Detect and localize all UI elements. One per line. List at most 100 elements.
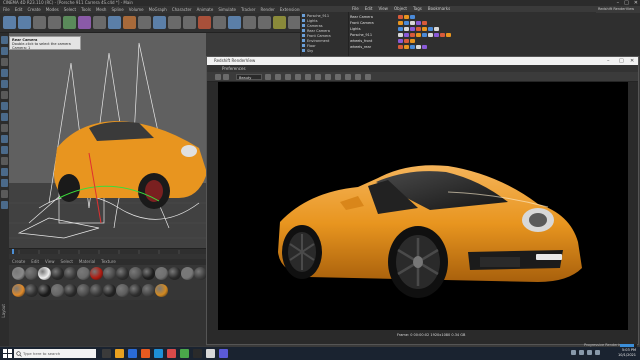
left-tool-icon[interactable] (1, 113, 8, 121)
left-tool-icon[interactable] (1, 157, 8, 165)
material-swatch[interactable] (116, 284, 129, 297)
scene-menu-object[interactable]: Object (394, 6, 407, 12)
material-swatch[interactable] (38, 284, 51, 297)
menu-item-extensions[interactable]: Extensions (280, 6, 302, 13)
scene-row[interactable]: Lights (350, 26, 361, 31)
render-tool-icon[interactable] (365, 74, 371, 80)
scene-row[interactable]: Rear Camera (350, 14, 373, 19)
render-tool-icon[interactable] (335, 74, 341, 80)
menu-item-animate[interactable]: Animate (197, 6, 214, 13)
toolbar-tool-icon[interactable] (63, 16, 76, 29)
left-tool-icon[interactable] (1, 190, 8, 198)
menu-item-render[interactable]: Render (260, 6, 274, 13)
menu-item-mesh[interactable]: Mesh (96, 6, 107, 13)
taskbar-app-icon[interactable] (115, 349, 124, 358)
menu-item-edit[interactable]: Edit (15, 6, 23, 13)
material-tag-icon[interactable] (422, 20, 427, 25)
taskbar-app-icon[interactable] (193, 349, 202, 358)
toolbar-tool-icon[interactable] (273, 16, 286, 29)
material-tag-icon[interactable] (416, 32, 421, 37)
taskbar-app-icon[interactable] (167, 349, 176, 358)
scene-menu-tags[interactable]: Tags (413, 6, 422, 12)
render-tool-icon[interactable] (265, 74, 271, 80)
taskbar-app-icon[interactable] (219, 349, 228, 358)
material-swatch[interactable] (90, 284, 103, 297)
scene-menu-edit[interactable]: Edit (365, 6, 373, 12)
left-tool-icon[interactable] (1, 179, 8, 187)
render-tool-icon[interactable] (295, 74, 301, 80)
left-tool-icon[interactable] (1, 102, 8, 110)
left-tool-icon[interactable] (1, 91, 8, 99)
material-tag-icon[interactable] (404, 26, 409, 31)
material-tag-icon[interactable] (434, 26, 439, 31)
menu-item-select[interactable]: Select (64, 6, 76, 13)
menu-item-character[interactable]: Character (172, 6, 192, 13)
material-tag-icon[interactable] (404, 14, 409, 19)
taskbar-app-icon[interactable] (154, 349, 163, 358)
toolbar-tool-icon[interactable] (183, 16, 196, 29)
material-tag-icon[interactable] (410, 20, 415, 25)
material-tag-icon[interactable] (398, 20, 403, 25)
menu-item-tools[interactable]: Tools (81, 6, 91, 13)
toolbar-tool-icon[interactable] (213, 16, 226, 29)
render-tool-icon[interactable] (325, 74, 331, 80)
menu-item-file[interactable]: File (3, 6, 10, 13)
toolbar-tool-icon[interactable] (258, 16, 271, 29)
rw-minimize-icon[interactable]: – (607, 57, 610, 65)
material-tag-icon[interactable] (398, 26, 403, 31)
toolbar-tool-icon[interactable] (108, 16, 121, 29)
taskbar-app-icon[interactable] (180, 349, 189, 358)
material-swatch[interactable] (12, 284, 25, 297)
toolbar-tool-icon[interactable] (243, 16, 256, 29)
material-tag-icon[interactable] (446, 32, 451, 37)
material-tag-icon[interactable] (416, 20, 421, 25)
material-tag-icon[interactable] (410, 32, 415, 37)
renderview-tab[interactable]: Redshift RenderView (596, 6, 640, 13)
left-tool-icon[interactable] (1, 69, 8, 77)
toolbar-tool-icon[interactable] (78, 16, 91, 29)
material-tag-icon[interactable] (404, 44, 409, 49)
material-tag-icon[interactable] (398, 44, 403, 49)
material-tag-icon[interactable] (410, 14, 415, 19)
taskbar-app-icon[interactable] (141, 349, 150, 358)
material-tag-icon[interactable] (422, 26, 427, 31)
menu-item-mograph[interactable]: MoGraph (149, 6, 167, 13)
material-tag-icon[interactable] (440, 32, 445, 37)
3d-viewport[interactable] (9, 33, 206, 248)
toolbar-tool-icon[interactable] (3, 16, 16, 29)
left-tool-icon[interactable] (1, 135, 8, 143)
material-tag-icon[interactable] (428, 26, 433, 31)
menu-item-spline[interactable]: Spline (111, 6, 123, 13)
left-tool-icon[interactable] (1, 80, 8, 88)
material-swatch[interactable] (38, 267, 51, 280)
taskbar-app-icon[interactable] (102, 349, 111, 358)
material-tag-icon[interactable] (398, 38, 403, 43)
material-swatch[interactable] (64, 267, 77, 280)
toolbar-tool-icon[interactable] (93, 16, 106, 29)
material-swatch[interactable] (103, 267, 116, 280)
material-tag-icon[interactable] (398, 14, 403, 19)
material-swatch[interactable] (77, 284, 90, 297)
menu-item-create[interactable]: Create (27, 6, 40, 13)
aov-select[interactable]: Beauty (236, 74, 262, 80)
left-tool-icon[interactable] (1, 146, 8, 154)
toolbar-tool-icon[interactable] (138, 16, 151, 29)
material-swatch[interactable] (51, 267, 64, 280)
material-swatch[interactable] (103, 284, 116, 297)
material-swatch[interactable] (90, 267, 103, 280)
menu-item-tracker[interactable]: Tracker (241, 6, 255, 13)
toolbar-tool-icon[interactable] (48, 16, 61, 29)
material-swatch[interactable] (51, 284, 64, 297)
material-tag-icon[interactable] (422, 44, 427, 49)
material-swatch[interactable] (77, 267, 90, 280)
material-tag-icon[interactable] (404, 20, 409, 25)
material-tag-icon[interactable] (404, 32, 409, 37)
taskbar-clock[interactable]: 5:03 PM 10/1/2021 (618, 348, 636, 358)
material-swatch[interactable] (25, 284, 38, 297)
left-tool-icon[interactable] (1, 58, 8, 66)
material-tag-icon[interactable] (416, 26, 421, 31)
toolbar-tool-icon[interactable] (198, 16, 211, 29)
material-swatch[interactable] (142, 284, 155, 297)
toolbar-tool-icon[interactable] (123, 16, 136, 29)
left-tool-icon[interactable] (1, 201, 8, 209)
